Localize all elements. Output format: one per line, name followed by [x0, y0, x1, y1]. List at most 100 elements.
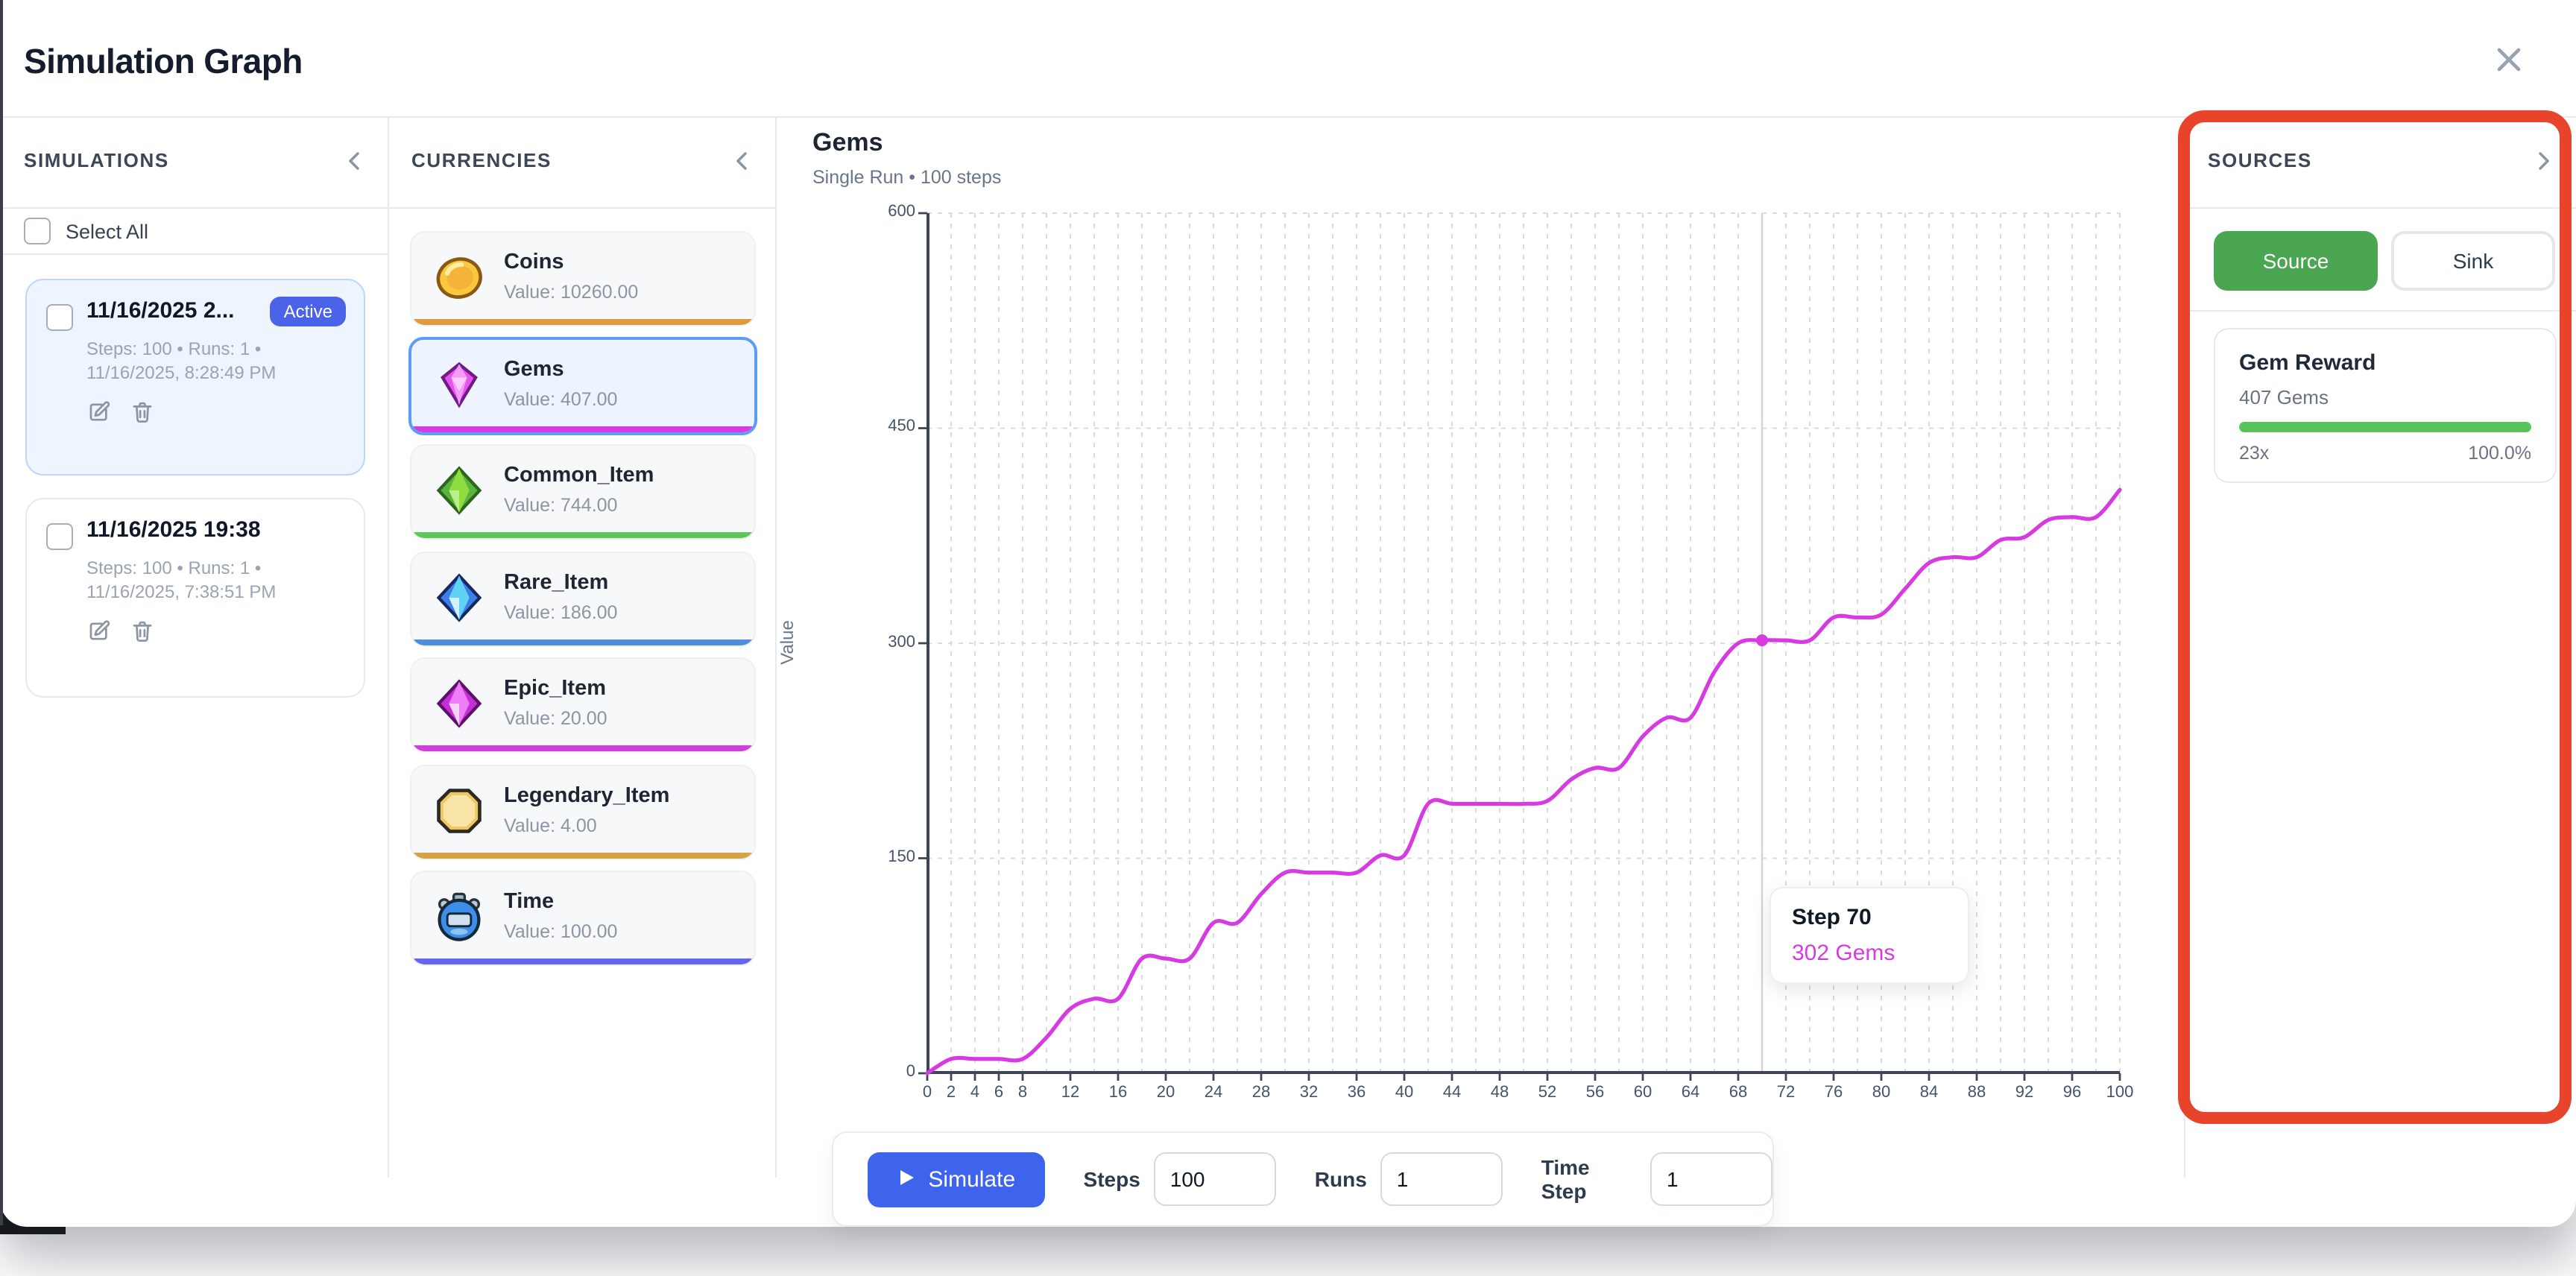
currency-value: Value: 100.00: [504, 921, 617, 942]
modal-header: Simulation Graph: [0, 0, 2576, 118]
x-tick-label: 8: [1003, 1084, 1042, 1102]
chevron-right-icon: [2531, 155, 2555, 177]
currency-color-bar: [411, 319, 754, 325]
green-diamond-icon: [431, 462, 487, 526]
x-tick-label: 96: [2053, 1084, 2092, 1102]
simulation-meta: Steps: 100 • Runs: 1 • 11/16/2025, 7:38:…: [86, 556, 276, 604]
currency-name: Rare_Item: [504, 571, 608, 595]
x-tick-label: 32: [1289, 1084, 1328, 1102]
currency-color-bar: [411, 745, 754, 751]
stopwatch-icon: [431, 888, 487, 953]
currency-value: Value: 10260.00: [504, 282, 638, 303]
currency-card-legendary-item[interactable]: Legendary_Item Value: 4.00: [410, 765, 756, 860]
x-tick-label: 52: [1528, 1084, 1567, 1102]
currency-color-bar: [411, 532, 754, 538]
chevron-left-icon: [343, 155, 367, 177]
chart-title: Gems: [812, 128, 883, 158]
close-icon: [2490, 61, 2528, 83]
simulation-meta: Steps: 100 • Runs: 1 • 11/16/2025, 8:28:…: [86, 337, 276, 385]
runs-label: Runs: [1315, 1167, 1367, 1191]
sink-tab[interactable]: Sink: [2391, 231, 2555, 291]
x-tick-label: 16: [1099, 1084, 1137, 1102]
currency-name: Time: [504, 890, 554, 914]
currency-card-time[interactable]: Time Value: 100.00: [410, 871, 756, 966]
x-tick-label: 76: [1814, 1084, 1853, 1102]
close-button[interactable]: [2490, 40, 2528, 79]
steps-label: Steps: [1084, 1167, 1140, 1191]
runs-input[interactable]: [1380, 1152, 1503, 1206]
x-tick-label: 56: [1576, 1084, 1614, 1102]
delete-simulation-button[interactable]: [130, 619, 155, 644]
simulations-panel-title: SIMULATIONS: [24, 149, 169, 171]
x-tick-label: 28: [1242, 1084, 1281, 1102]
divider-simulations-currencies: [388, 116, 389, 1178]
currency-name: Gems: [504, 358, 564, 382]
tooltip-value: 302 Gems: [1792, 941, 1947, 966]
select-all-checkbox[interactable]: [24, 218, 51, 244]
currency-card-rare-item[interactable]: Rare_Item Value: 186.00: [410, 552, 756, 647]
sources-panel-header: SOURCES: [2184, 116, 2576, 207]
x-tick-label: 68: [1719, 1084, 1758, 1102]
divider: [0, 253, 388, 255]
source-multiplier: 23x: [2239, 443, 2269, 464]
simulation-checkbox[interactable]: [46, 523, 73, 550]
currency-card-epic-item[interactable]: Epic_Item Value: 20.00: [410, 657, 756, 753]
blue-diamond-icon: [431, 569, 487, 634]
simulations-panel-header: SIMULATIONS: [0, 116, 388, 207]
collapse-currencies-button[interactable]: [730, 149, 754, 173]
y-tick-label: 450: [868, 418, 915, 436]
coin-icon: [431, 249, 487, 313]
currency-value: Value: 186.00: [504, 602, 617, 623]
currency-name: Epic_Item: [504, 677, 606, 701]
currency-card-common-item[interactable]: Common_Item Value: 744.00: [410, 444, 756, 540]
gems-line-chart[interactable]: 0246812162024283236404448525660646872768…: [927, 213, 2120, 1073]
edit-icon: [86, 407, 112, 429]
source-tab[interactable]: Source: [2214, 231, 2378, 291]
simulate-button[interactable]: Simulate: [868, 1152, 1045, 1207]
divider: [0, 207, 388, 209]
x-tick-label: 92: [2005, 1084, 2044, 1102]
simulation-title: 11/16/2025 2...: [86, 298, 235, 323]
divider: [2184, 207, 2576, 209]
edit-simulation-button[interactable]: [86, 399, 112, 425]
collapse-simulations-button[interactable]: [343, 149, 367, 173]
source-item-gem-reward[interactable]: Gem Reward 407 Gems 23x 100.0%: [2214, 328, 2557, 483]
currency-color-bar: [411, 853, 754, 859]
x-tick-label: 48: [1480, 1084, 1519, 1102]
currencies-panel-header: CURRENCIES: [388, 116, 775, 207]
y-tick-label: 600: [868, 203, 915, 221]
page-title: Simulation Graph: [24, 42, 303, 82]
divider: [388, 207, 775, 209]
time-step-label: Time Step: [1541, 1155, 1637, 1203]
simulation-controls-bar: Simulate Steps Runs Time Step: [832, 1131, 1774, 1227]
time-step-input[interactable]: [1650, 1152, 1772, 1206]
currency-value: Value: 744.00: [504, 495, 617, 516]
chart-subtitle: Single Run • 100 steps: [812, 167, 1001, 188]
trash-icon: [130, 407, 155, 429]
simulation-card[interactable]: 11/16/2025 19:38 Steps: 100 • Runs: 1 • …: [25, 498, 365, 698]
currency-card-gems[interactable]: Gems Value: 407.00: [408, 337, 757, 435]
purple-diamond-icon: [431, 675, 487, 739]
x-tick-label: 80: [1862, 1084, 1901, 1102]
currency-value: Value: 4.00: [504, 815, 597, 836]
currency-name: Coins: [504, 250, 564, 274]
expand-sources-button[interactable]: [2531, 149, 2555, 173]
gem-icon: [431, 356, 487, 420]
source-name: Gem Reward: [2239, 350, 2375, 376]
divider: [2184, 310, 2576, 312]
source-progress-track: [2239, 422, 2531, 432]
chevron-left-icon: [730, 155, 754, 177]
simulation-graph-modal: Simulation Graph SIMULATIONS: [0, 0, 2576, 1227]
currency-card-coins[interactable]: Coins Value: 10260.00: [410, 231, 756, 326]
delete-simulation-button[interactable]: [130, 399, 155, 425]
simulation-card-active[interactable]: 11/16/2025 2... Active Steps: 100 • Runs…: [25, 279, 365, 476]
x-tick-label: 72: [1767, 1084, 1805, 1102]
source-progress-fill: [2239, 422, 2531, 432]
select-all-row: Select All: [24, 218, 148, 244]
edit-simulation-button[interactable]: [86, 619, 112, 644]
chart-tooltip: Step 70 302 Gems: [1770, 887, 1969, 984]
select-all-label: Select All: [66, 220, 148, 242]
steps-input[interactable]: [1154, 1152, 1276, 1206]
simulation-checkbox[interactable]: [46, 304, 73, 331]
x-tick-label: 20: [1146, 1084, 1185, 1102]
